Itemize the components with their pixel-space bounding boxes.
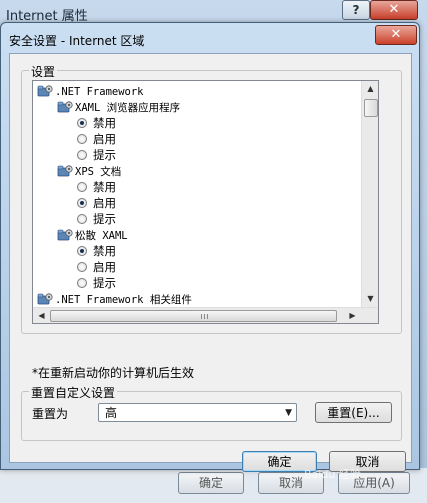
radio-button[interactable]: [77, 262, 87, 272]
tree-category-row[interactable]: .NET Framework 相关组件: [37, 291, 192, 307]
tree-item-label: .NET Framework 相关组件: [55, 294, 192, 306]
parent-help-button[interactable]: ?: [342, 0, 370, 20]
dialog-client-area: 设置 .NET Framework XAML 浏览器应用程序 禁用 启用 提示 XPS…: [9, 53, 412, 472]
security-level-value: 高: [105, 406, 118, 420]
radio-button[interactable]: [77, 214, 87, 224]
settings-folder-icon: [57, 229, 73, 241]
tree-item-label: .NET Framework: [55, 86, 144, 98]
radio-button[interactable]: [77, 134, 87, 144]
tree-option-row[interactable]: 禁用: [77, 243, 116, 259]
tree-option-row[interactable]: 禁用: [77, 115, 116, 131]
tree-option-row[interactable]: 提示: [77, 147, 116, 163]
radio-button[interactable]: [77, 198, 87, 208]
restart-note: *在重新启动你的计算机后生效: [32, 366, 195, 380]
settings-folder-icon: [37, 85, 53, 97]
settings-group-label: 设置: [29, 63, 58, 80]
scroll-up-arrow-icon[interactable]: ▲: [362, 84, 378, 93]
vertical-scroll-thumb[interactable]: [364, 99, 378, 117]
tree-item-label: 启用: [93, 196, 116, 210]
scroll-grip-icon: [201, 314, 210, 319]
tree-item-label: 禁用: [93, 116, 116, 130]
radio-button[interactable]: [77, 182, 87, 192]
tree-option-row[interactable]: 启用: [77, 195, 116, 211]
security-settings-dialog: 安全设置 - Internet 区域 ✕ 设置 .NET Framework X…: [0, 22, 420, 472]
dialog-title: 安全设置 - Internet 区域: [9, 34, 145, 48]
watermark-text: Baidu 经验: [304, 468, 361, 481]
reset-group-label: 重置自定义设置: [29, 384, 118, 401]
tree-option-row[interactable]: 启用: [77, 131, 116, 147]
tree-setting-row[interactable]: XPS 文档: [57, 163, 121, 179]
settings-folder-icon: [57, 165, 73, 177]
scroll-right-arrow-icon[interactable]: ▶: [344, 311, 361, 320]
tree-option-row[interactable]: 启用: [77, 259, 116, 275]
tree-option-row[interactable]: 提示: [77, 211, 116, 227]
chevron-down-icon: ▼: [285, 408, 292, 418]
vertical-scrollbar[interactable]: ▲ ▼: [361, 81, 378, 307]
scroll-down-arrow-icon[interactable]: ▼: [362, 294, 378, 303]
scroll-left-arrow-icon[interactable]: ◀: [33, 311, 50, 320]
tree-item-label: 禁用: [93, 180, 116, 194]
radio-button[interactable]: [77, 246, 87, 256]
tree-item-label: XAML 浏览器应用程序: [75, 102, 181, 114]
horizontal-scrollbar[interactable]: ◀ ▶: [33, 307, 378, 323]
tree-item-label: 启用: [93, 260, 116, 274]
tree-item-label: 提示: [93, 148, 116, 162]
tree-option-row[interactable]: 禁用: [77, 179, 116, 195]
settings-tree[interactable]: .NET Framework XAML 浏览器应用程序 禁用 启用 提示 XPS 文档…: [32, 80, 379, 324]
tree-setting-row[interactable]: XAML 浏览器应用程序: [57, 99, 180, 115]
reset-to-label: 重置为: [32, 407, 69, 421]
tree-item-label: 提示: [93, 276, 116, 290]
tree-item-label: 禁用: [93, 244, 116, 258]
settings-folder-icon: [57, 101, 73, 113]
radio-button[interactable]: [77, 118, 87, 128]
tree-option-row[interactable]: 提示: [77, 275, 116, 291]
radio-button[interactable]: [77, 150, 87, 160]
parent-close-button[interactable]: ✕: [370, 0, 418, 20]
security-level-select[interactable]: 高 ▼: [98, 403, 297, 422]
dialog-close-button[interactable]: ✕: [375, 25, 417, 45]
tree-category-row[interactable]: .NET Framework: [37, 83, 144, 99]
horizontal-scroll-thumb[interactable]: [50, 310, 337, 322]
radio-button[interactable]: [77, 278, 87, 288]
parent-ok-button[interactable]: 确定: [178, 472, 244, 494]
tree-item-label: XPS 文档: [75, 166, 122, 178]
settings-folder-icon: [37, 293, 53, 305]
tree-item-label: 提示: [93, 212, 116, 226]
tree-item-label: 启用: [93, 132, 116, 146]
tree-setting-row[interactable]: 松散 XAML: [57, 227, 128, 243]
tree-item-label: 松散 XAML: [75, 230, 128, 242]
reset-button[interactable]: 重置(E)...: [315, 402, 392, 423]
